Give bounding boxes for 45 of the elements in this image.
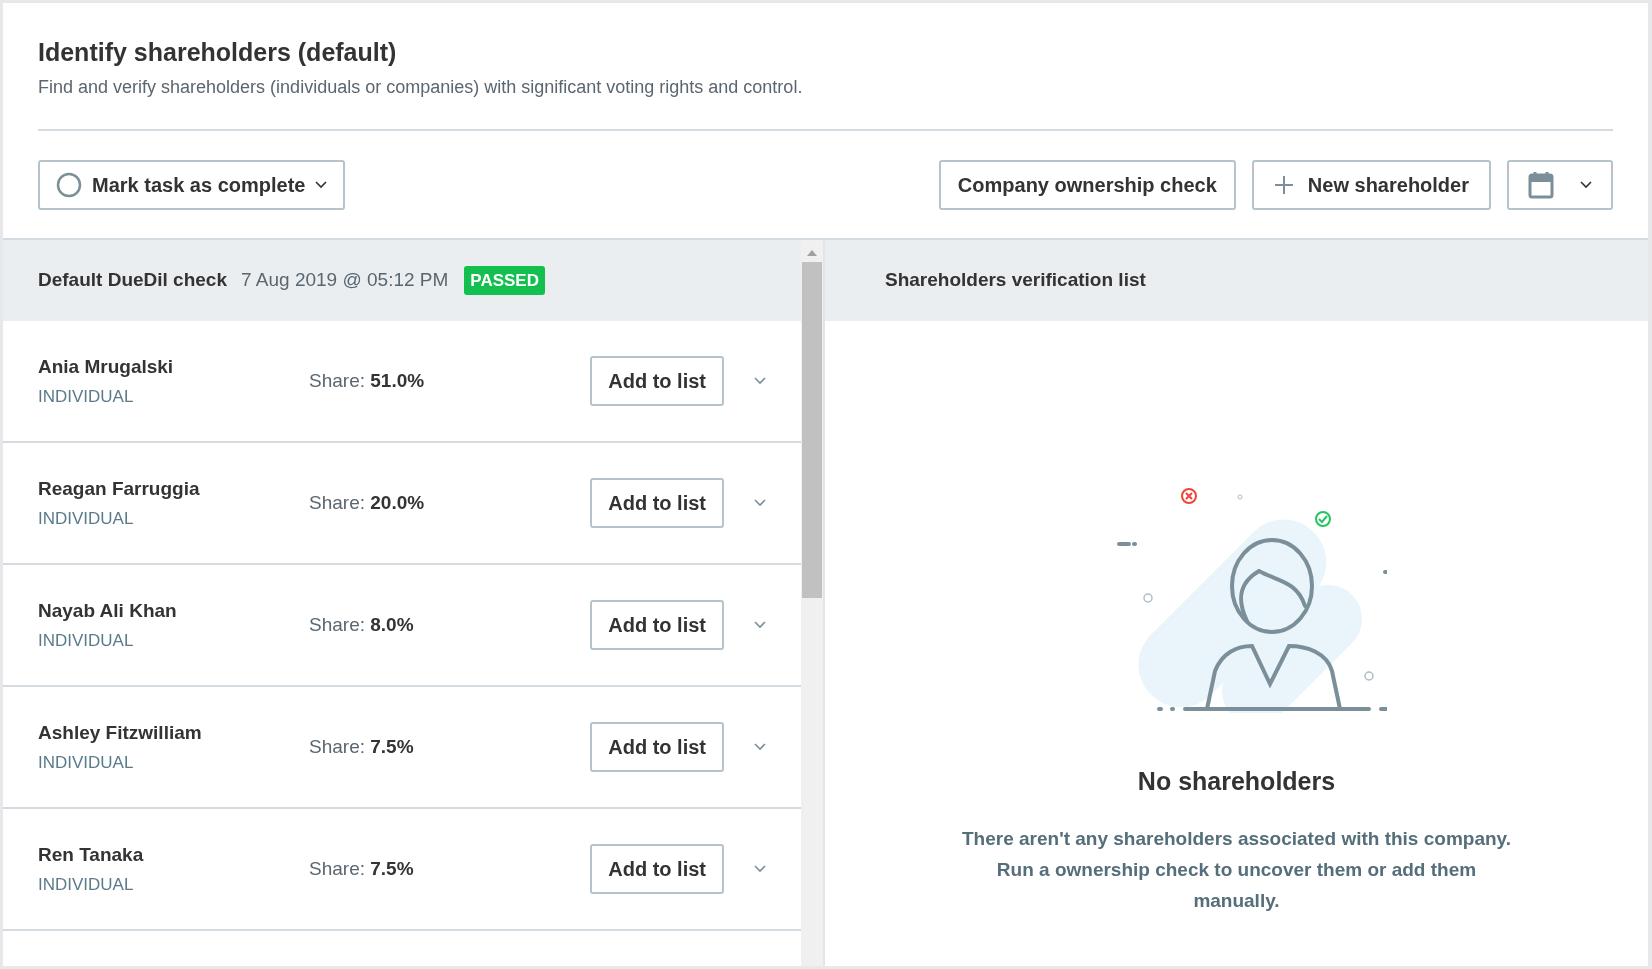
scrollbar[interactable]: [801, 240, 825, 966]
panel-title: Shareholders verification list: [885, 268, 1146, 293]
share-text: Share: 20.0%: [309, 490, 426, 515]
scroll-up-icon[interactable]: [807, 250, 817, 256]
calendar-icon: [1528, 170, 1554, 199]
chevron-down-icon[interactable]: [754, 621, 766, 629]
plus-icon: [1273, 174, 1294, 195]
checkbox-circle-icon[interactable]: [56, 171, 82, 198]
shareholder-type: INDIVIDUAL: [38, 507, 135, 530]
empty-state-title: No shareholders: [1137, 766, 1336, 797]
scrollbar-thumb[interactable]: [802, 262, 822, 598]
empty-state-message: There aren't any shareholders associated with this company. Run a ownership check to uncover them or add them manually.: [961, 826, 1512, 913]
shareholder-name: Reagan Farruggia: [38, 477, 201, 501]
new-shareholder-button[interactable]: New shareholder: [1251, 159, 1491, 210]
share-text: Share: 8.0%: [309, 612, 415, 637]
add-to-list-button[interactable]: Add to list: [590, 356, 724, 406]
add-to-list-button[interactable]: Add to list: [590, 722, 724, 772]
share-text: Share: 7.5%: [309, 856, 415, 881]
ownership-check-button[interactable]: Company ownership check: [938, 159, 1236, 210]
shareholder-name: Ania Mrugalski: [38, 355, 175, 379]
add-to-list-button[interactable]: Add to list: [590, 844, 724, 894]
shareholder-name: Ren Tanaka: [38, 843, 145, 867]
check-name: Default DueDil check: [38, 268, 227, 293]
status-badge: PASSED: [464, 265, 545, 296]
calendar-dropdown-button[interactable]: [1507, 159, 1613, 210]
shareholder-type: INDIVIDUAL: [38, 873, 135, 896]
page-title: Identify shareholders (default): [38, 37, 398, 68]
chevron-down-icon[interactable]: [754, 865, 766, 873]
share-text: Share: 7.5%: [309, 734, 415, 759]
share-text: Share: 51.0%: [309, 368, 426, 393]
chevron-down-icon[interactable]: [754, 499, 766, 507]
shareholder-type: INDIVIDUAL: [38, 629, 135, 652]
check-date: 7 Aug 2019 @ 05:12 PM: [241, 268, 449, 293]
shareholder-name: Nayab Ali Khan: [38, 599, 178, 623]
chevron-down-icon: [315, 180, 328, 189]
chevron-down-icon[interactable]: [754, 377, 766, 385]
page-subtitle: Find and verify shareholders (individuals or companies) with significant voting rights and control.: [38, 76, 804, 99]
mark-complete-button[interactable]: Mark task as complete: [38, 159, 346, 210]
shareholder-type: INDIVIDUAL: [38, 751, 135, 774]
add-to-list-button[interactable]: Add to list: [590, 600, 724, 650]
shareholder-type: INDIVIDUAL: [38, 385, 135, 408]
add-to-list-button[interactable]: Add to list: [590, 478, 724, 528]
chevron-down-icon: [1580, 180, 1592, 189]
chevron-down-icon[interactable]: [754, 743, 766, 751]
shareholder-name: Ashley Fitzwilliam: [38, 721, 203, 745]
